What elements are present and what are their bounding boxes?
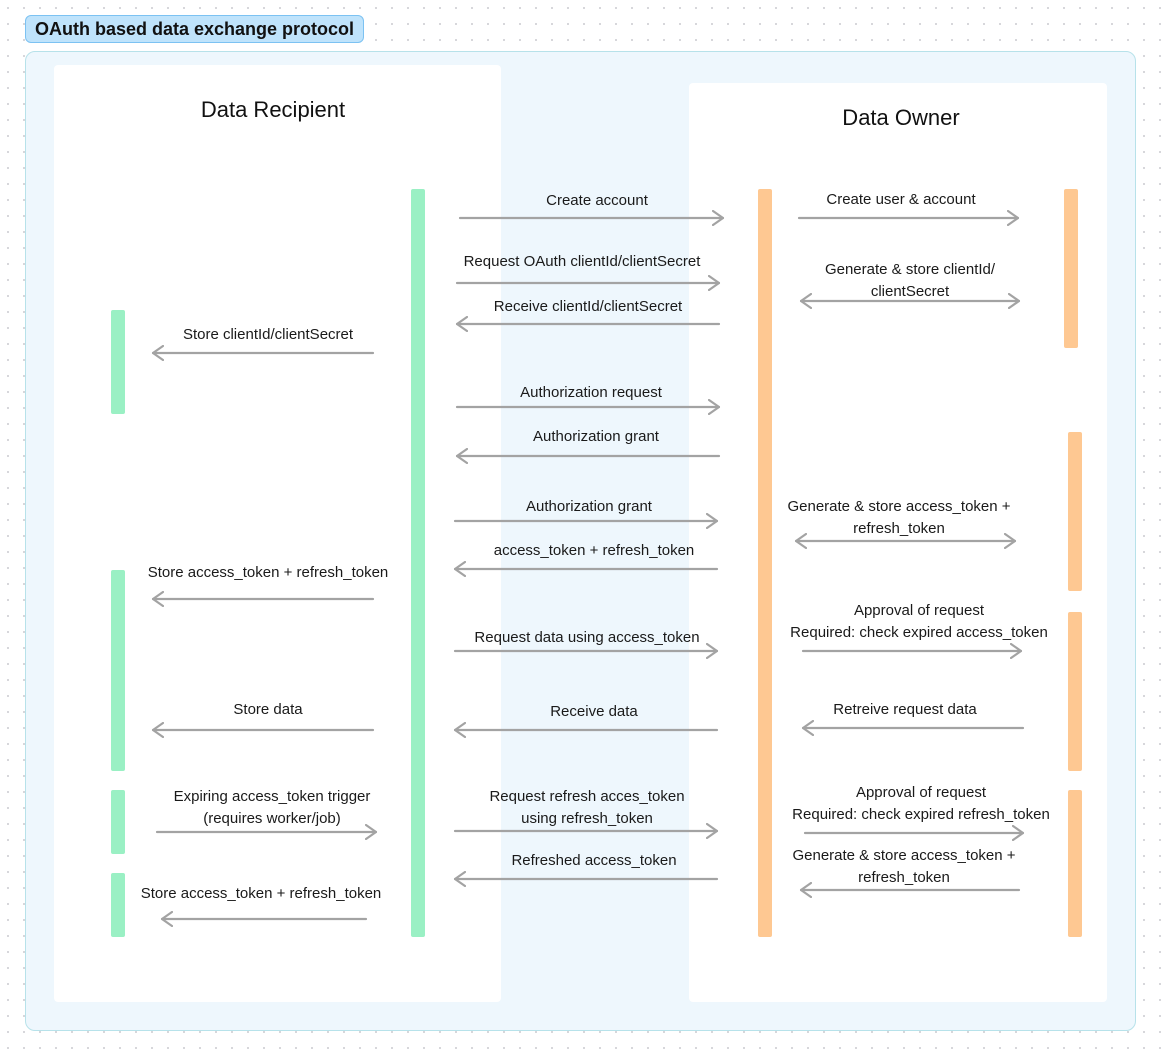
message-label-tokens-return: access_token + refresh_token (493, 542, 695, 559)
message-label-store-tokens-2: Store access_token + refresh_token (140, 885, 382, 902)
message-label-authorization-grant-send: Authorization grant (526, 498, 652, 515)
message-label-refreshed-token: Refreshed access_token (511, 852, 677, 869)
message-label-authorization-request: Authorization request (520, 384, 662, 401)
message-label-generate-store-tokens-2: Generate & store access_token + refresh_t… (792, 847, 1016, 886)
message-label-store-data: Store data (233, 701, 303, 718)
message-label-generate-store-client-credentials: Generate & store clientId/clientSecret (824, 261, 996, 300)
message-label-receive-data: Receive data (550, 703, 638, 720)
message-label-approval-access: Approval of request Required: check expir… (790, 602, 1048, 641)
message-label-expiring-trigger: Expiring access_token trigger (requires w… (173, 788, 371, 827)
message-label-request-data: Request data using access_token (474, 629, 700, 646)
message-label-create-account: Create account (546, 192, 648, 209)
message-label-request-refresh: Request refresh acces_token using refresh… (489, 788, 685, 827)
message-label-request-client-credentials: Request OAuth clientId/clientSecret (463, 253, 701, 270)
message-label-receive-client-credentials: Receive clientId/clientSecret (493, 298, 683, 315)
message-label-approval-refresh: Approval of request Required: check expir… (792, 784, 1050, 823)
message-label-authorization-grant-return: Authorization grant (533, 428, 659, 445)
message-label-store-client-credentials: Store clientId/clientSecret (182, 326, 354, 343)
message-label-generate-store-tokens: Generate & store access_token + refresh_t… (787, 498, 1011, 537)
message-label-create-user-account: Create user & account (826, 191, 976, 208)
message-label-retrieve-data: Retreive request data (833, 701, 977, 718)
message-label-store-tokens-1: Store access_token + refresh_token (147, 564, 389, 581)
